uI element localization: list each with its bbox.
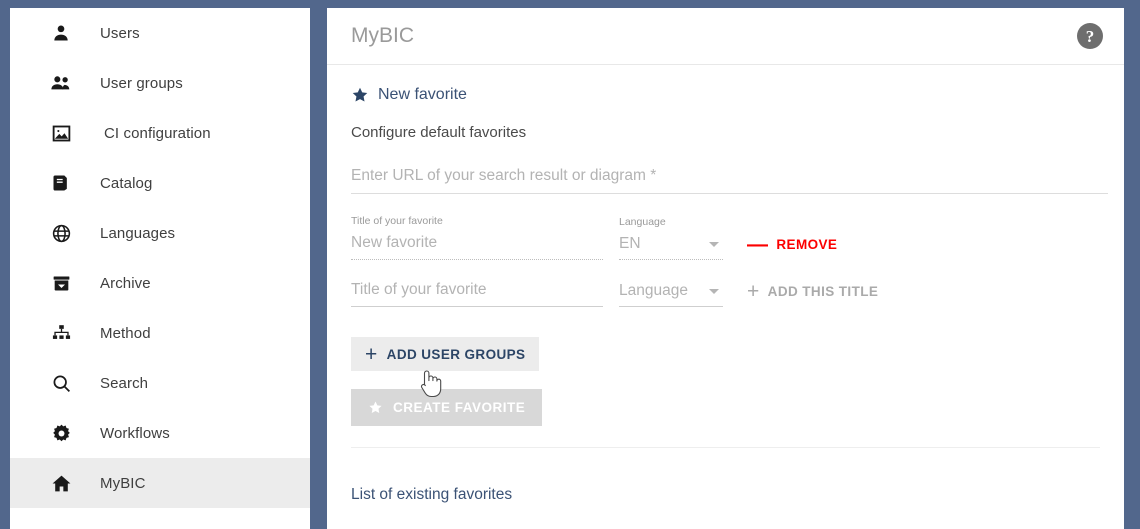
people-icon [48,70,74,96]
existing-favorites-title: List of existing favorites [351,486,513,503]
sidebar-item-catalog[interactable]: Catalog [10,158,310,208]
sidebar-item-label: Catalog [100,174,153,192]
sidebar-item-workflows[interactable]: Workflows [10,408,310,458]
sidebar-item-languages[interactable]: Languages [10,208,310,258]
sidebar-item-label: CI configuration [104,124,211,142]
home-icon [48,470,74,496]
main-body: New favorite Configure default favorites… [327,86,1124,504]
title-row: Title of your favorite New favorite Lang… [351,215,1100,260]
sidebar-item-users[interactable]: Users [10,8,310,58]
sidebar-item-label: Languages [100,224,176,242]
plus-icon: + [365,342,378,366]
language-label: Language [619,216,666,228]
new-favorite-title-field[interactable]: Title of your favorite [351,281,603,307]
sidebar-item-label: Users [100,24,140,42]
sidebar-item-label: MyBIC [100,474,146,492]
url-input-placeholder: Enter URL of your search result or diagr… [351,167,657,184]
globe-icon [48,220,74,246]
page-title: MyBIC [351,24,414,47]
new-language-select-control[interactable]: Language [619,282,723,307]
favorite-title-field[interactable]: Title of your favorite New favorite [351,215,603,260]
main-header: MyBIC ? [327,8,1124,65]
person-icon [48,20,74,46]
book-icon [48,170,74,196]
add-this-title-label: ADD THIS TITLE [767,284,879,299]
sidebar-item-archive[interactable]: Archive [10,258,310,308]
add-this-title-button[interactable]: + ADD THIS TITLE [747,281,878,302]
sidebar-item-method[interactable]: Method [10,308,310,358]
language-select[interactable]: Language EN [619,216,723,260]
main-panel: MyBIC ? New favorite Configure default f… [327,8,1124,529]
plus-icon: + [747,280,760,303]
new-favorite-link[interactable]: New favorite [351,86,467,104]
configure-default-favorites-text: Configure default favorites [351,124,527,141]
sitemap-icon [48,320,74,346]
sidebar-nav-list: Users User groups CI configuration Catal… [10,8,310,508]
archive-icon [48,270,74,296]
sidebar-item-ci-configuration[interactable]: CI configuration [10,108,310,158]
url-input[interactable]: Enter URL of your search result or diagr… [351,167,1108,194]
help-circle-icon[interactable]: ? [1077,23,1103,49]
add-user-groups-label: ADD USER GROUPS [386,346,526,362]
add-user-groups-button[interactable]: + ADD USER GROUPS [351,337,540,371]
search-icon [48,370,74,396]
minus-icon: — [747,233,769,256]
sidebar-item-user-groups[interactable]: User groups [10,58,310,108]
favorite-title-label: Title of your favorite [351,215,443,227]
language-value: EN [619,235,641,252]
new-language-select[interactable]: Language [619,282,723,307]
remove-button-label: REMOVE [776,237,838,252]
sidebar-item-label: Workflows [100,424,170,442]
image-icon [48,120,74,146]
new-language-placeholder: Language [619,282,688,299]
star-icon [351,86,369,104]
star-icon [368,400,383,415]
favorite-title-value: New favorite [351,234,603,260]
new-favorite-title-placeholder: Title of your favorite [351,281,603,307]
create-favorite-button[interactable]: CREATE FAVORITE [351,389,543,426]
sidebar-item-label: Search [100,374,149,392]
chevron-down-icon [709,241,719,247]
gear-icon [48,420,74,446]
sidebar-item-label: Archive [100,274,151,292]
sidebar-item-mybic[interactable]: MyBIC [10,458,310,508]
remove-button[interactable]: — REMOVE [747,234,837,255]
sidebar: Users User groups CI configuration Catal… [10,8,310,529]
sidebar-item-label: User groups [100,74,183,92]
new-favorite-label: New favorite [378,86,467,103]
chevron-down-icon [709,288,719,294]
sidebar-item-label: Method [100,324,151,342]
language-select-control[interactable]: EN [619,235,723,260]
sidebar-item-search[interactable]: Search [10,358,310,408]
section-divider [351,447,1100,448]
create-favorite-label: CREATE FAVORITE [393,400,526,415]
title-row: Title of your favorite Language + ADD TH… [351,281,1100,307]
